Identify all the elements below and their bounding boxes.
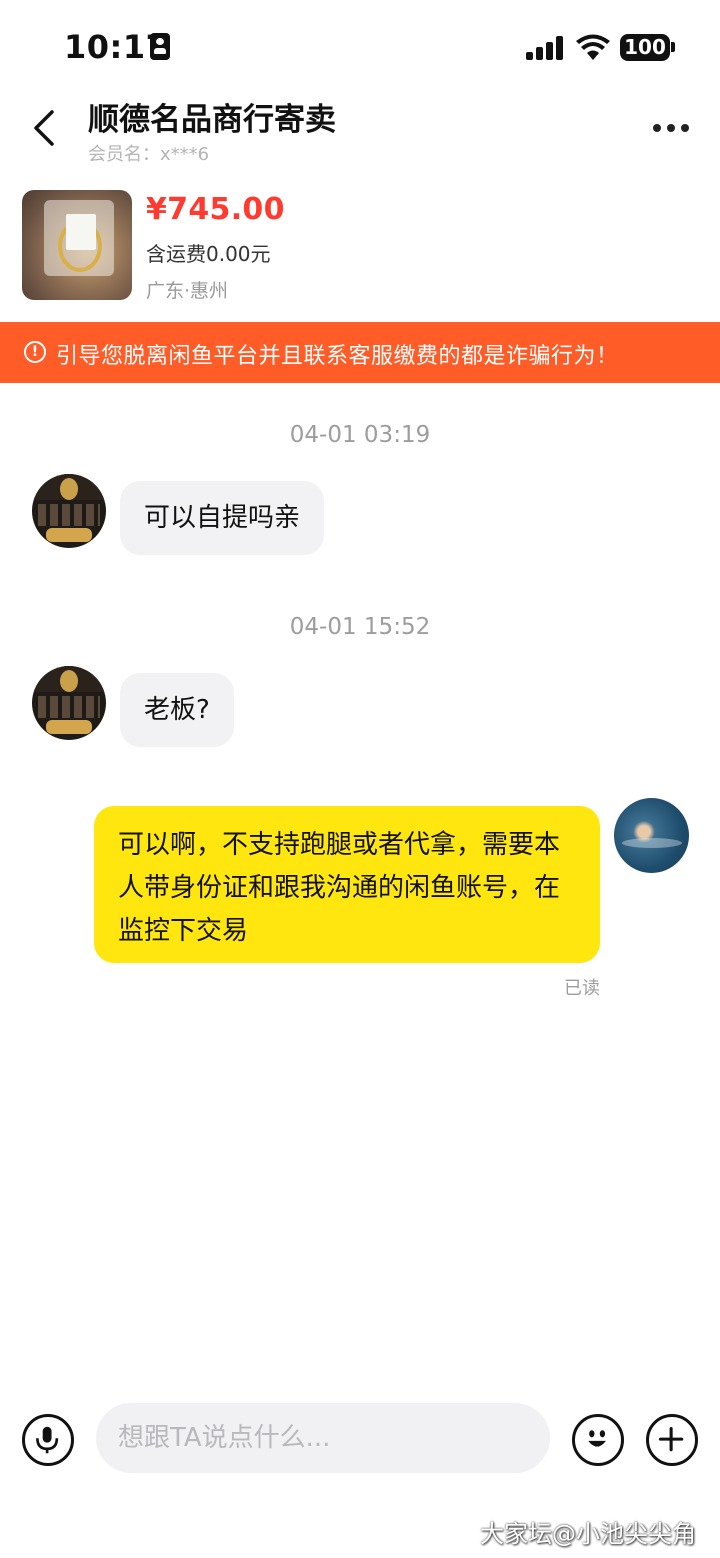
- shipping-fee: 含运费0.00元: [146, 242, 271, 266]
- watermark: 大家坛@小池尖尖角: [480, 1520, 696, 1548]
- fraud-warning-banner: ! 引导您脱离闲鱼平台并且联系客服缴费的都是诈骗行为！: [0, 322, 720, 383]
- warning-text: 引导您脱离闲鱼平台并且联系客服缴费的都是诈骗行为！: [56, 344, 619, 369]
- cellular-signal-icon: [526, 36, 564, 60]
- product-thumbnail[interactable]: [22, 190, 132, 300]
- member-name: 会员名：x***6: [88, 144, 210, 165]
- back-arrow-icon[interactable]: [28, 108, 64, 148]
- status-bar: 10:17 100: [0, 0, 720, 92]
- seller-avatar[interactable]: [32, 666, 106, 740]
- microphone-icon[interactable]: [22, 1414, 74, 1466]
- message-timestamp: 04-01 15:52: [289, 614, 431, 640]
- id-card-icon: [150, 33, 170, 60]
- warning-icon: !: [24, 341, 46, 363]
- seller-avatar[interactable]: [32, 474, 106, 548]
- message-bubble-outgoing[interactable]: 可以啊，不支持跑腿或者代拿，需要本人带身份证和跟我沟通的闲鱼账号，在监控下交易: [94, 806, 600, 963]
- more-options-icon[interactable]: [650, 116, 692, 140]
- battery-tip: [671, 42, 675, 52]
- message-timestamp: 04-01 03:19: [289, 422, 431, 448]
- emoji-icon[interactable]: [572, 1414, 624, 1466]
- plus-icon[interactable]: [646, 1414, 698, 1466]
- message-bubble-incoming[interactable]: 老板?: [120, 673, 234, 747]
- product-price: ¥745.00: [146, 192, 285, 227]
- read-status: 已读: [564, 978, 600, 999]
- message-input[interactable]: [96, 1403, 550, 1473]
- product-location: 广东·惠州: [146, 280, 229, 302]
- message-bubble-incoming[interactable]: 可以自提吗亲: [120, 481, 325, 555]
- chat-title: 顺德名品商行寄卖: [88, 102, 336, 138]
- battery-icon: 100: [620, 34, 670, 61]
- my-avatar[interactable]: [614, 798, 689, 873]
- product-card[interactable]: ¥745.00 含运费0.00元 广东·惠州: [0, 186, 720, 308]
- wifi-icon: [576, 34, 610, 60]
- chat-header: 顺德名品商行寄卖 会员名：x***6: [0, 92, 720, 172]
